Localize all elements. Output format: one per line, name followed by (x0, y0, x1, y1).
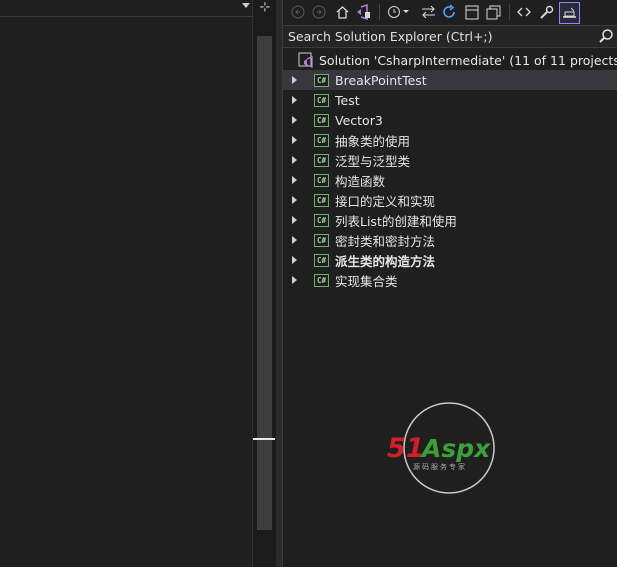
csharp-project-icon: C# (314, 133, 329, 147)
history-icon[interactable] (386, 2, 410, 22)
expand-arrow-icon[interactable] (292, 196, 297, 204)
project-node[interactable]: C# 实现集合类 (283, 270, 617, 290)
csharp-project-icon: C# (314, 213, 329, 227)
project-node[interactable]: C# 派生类的构造方法 (283, 250, 617, 270)
project-label: 派生类的构造方法 (335, 253, 436, 269)
search-input[interactable] (288, 27, 588, 45)
watermark-logo: 51 Aspx 源码服务专家 (387, 402, 495, 494)
project-node[interactable]: C# 接口的定义和实现 (283, 190, 617, 210)
project-node[interactable]: C# Vector3 (283, 110, 617, 130)
forward-icon[interactable] (310, 2, 328, 22)
solution-icon (298, 52, 314, 68)
expand-arrow-icon[interactable] (292, 76, 297, 84)
project-label: Vector3 (335, 112, 383, 128)
project-node[interactable]: C# 泛型与泛型类 (283, 150, 617, 170)
project-label: 构造函数 (335, 173, 386, 189)
csharp-project-icon: C# (314, 173, 329, 187)
csharp-project-icon: C# (314, 193, 329, 207)
solution-explorer-toolbar (283, 0, 617, 24)
expand-arrow-icon[interactable] (292, 156, 297, 164)
expand-arrow-icon[interactable] (292, 176, 297, 184)
project-label: Test (335, 92, 360, 108)
solution-node[interactable]: Solution 'CsharpIntermediate' (11 of 11 … (283, 50, 617, 70)
editor-vertical-scrollbar[interactable]: ⊹ (252, 0, 277, 567)
sync-icon[interactable] (419, 2, 437, 22)
preview-icon[interactable] (559, 2, 580, 24)
csharp-project-icon: C# (314, 93, 329, 107)
csharp-project-icon: C# (314, 153, 329, 167)
csharp-project-icon: C# (314, 113, 329, 127)
project-label: 列表List的创建和使用 (335, 213, 457, 229)
copy-icon[interactable] (484, 2, 502, 22)
code-icon[interactable] (515, 2, 533, 22)
csharp-project-icon: C# (314, 253, 329, 267)
home-icon[interactable] (333, 2, 351, 22)
watermark-tagline: 源码服务专家 (413, 462, 467, 471)
csharp-project-icon: C# (314, 73, 329, 87)
project-label: 接口的定义和实现 (335, 193, 436, 209)
project-node[interactable]: C# BreakPointTest (283, 70, 617, 90)
expand-arrow-icon[interactable] (292, 216, 297, 224)
refresh-icon[interactable] (440, 2, 458, 22)
project-node[interactable]: C# 列表List的创建和使用 (283, 210, 617, 230)
chevron-down-icon[interactable] (242, 3, 250, 8)
scrollbar-caret-marker (253, 438, 275, 440)
collapse-all-icon[interactable] (463, 2, 481, 22)
csharp-project-icon: C# (314, 233, 329, 247)
project-node[interactable]: C# 抽象类的使用 (283, 130, 617, 150)
editor-navigation-bar (0, 0, 252, 17)
vs-icon[interactable] (354, 2, 372, 22)
project-node[interactable]: C# 密封类和密封方法 (283, 230, 617, 250)
watermark-aspx: Aspx (420, 434, 491, 463)
project-label: BreakPointTest (335, 72, 427, 88)
expand-arrow-icon[interactable] (292, 276, 297, 284)
project-label: 抽象类的使用 (335, 133, 411, 149)
expand-arrow-icon[interactable] (292, 236, 297, 244)
csharp-project-icon: C# (314, 273, 329, 287)
project-node[interactable]: C# 构造函数 (283, 170, 617, 190)
editor-pane (0, 0, 252, 567)
solution-label: Solution 'CsharpIntermediate' (11 of 11 … (319, 52, 617, 68)
watermark-51: 51 (387, 433, 425, 464)
expand-arrow-icon[interactable] (292, 96, 297, 104)
project-node[interactable]: C# Test (283, 90, 617, 110)
pane-splitter[interactable] (276, 0, 283, 567)
expand-arrow-icon[interactable] (292, 256, 297, 264)
properties-icon[interactable] (537, 2, 555, 22)
project-label: 泛型与泛型类 (335, 153, 411, 169)
project-label: 密封类和密封方法 (335, 233, 436, 249)
scrollbar-track[interactable] (257, 36, 272, 530)
expand-arrow-icon[interactable] (292, 116, 297, 124)
back-icon[interactable] (289, 2, 307, 22)
expand-arrow-icon[interactable] (292, 136, 297, 144)
project-label: 实现集合类 (335, 273, 398, 289)
solution-explorer-search (283, 25, 617, 48)
split-editor-icon[interactable]: ⊹ (258, 1, 272, 15)
search-icon[interactable] (598, 28, 614, 44)
